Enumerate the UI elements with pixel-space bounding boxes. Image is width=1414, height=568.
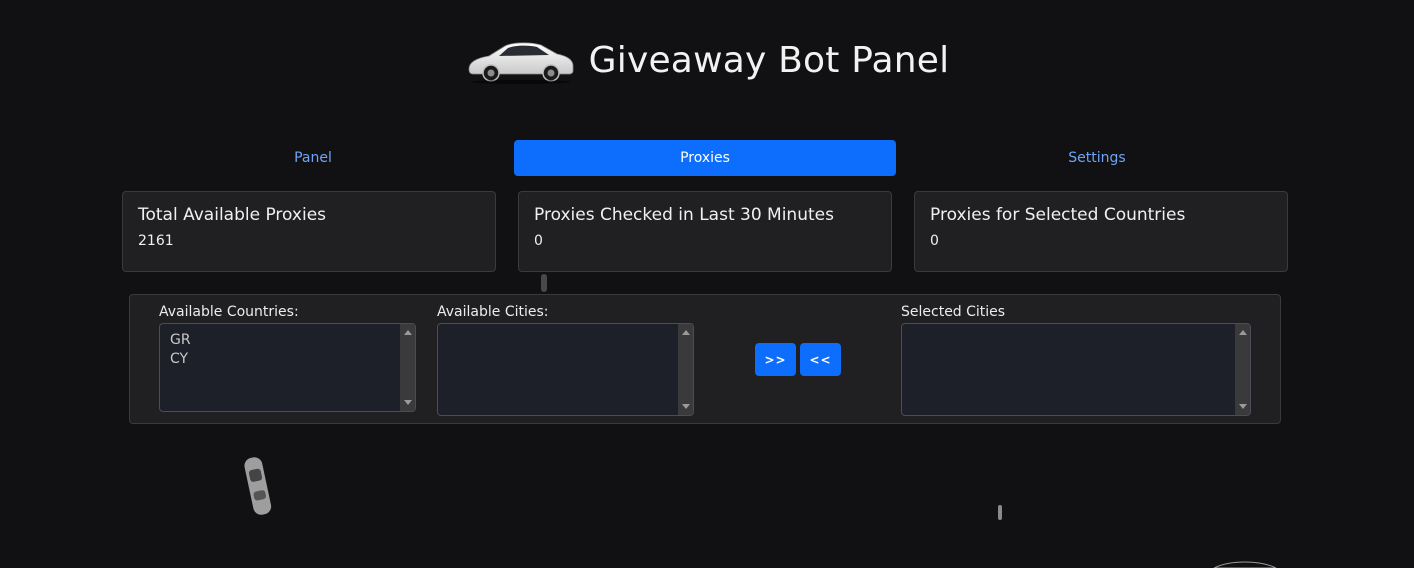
background-car-icon	[1213, 561, 1277, 568]
car-icon	[468, 42, 574, 84]
scrollbar[interactable]	[400, 324, 415, 411]
scrollbar[interactable]	[678, 324, 693, 415]
cities-listbox[interactable]	[437, 323, 694, 416]
country-option[interactable]: CY	[170, 350, 405, 369]
countries-label: Available Countries:	[159, 304, 299, 320]
stat-card-selected-country-proxies: Proxies for Selected Countries 0	[914, 191, 1288, 272]
tab-bar: Panel Proxies Settings	[122, 140, 1288, 176]
page-header: Giveaway Bot Panel	[0, 32, 1414, 88]
background-car-icon	[541, 274, 547, 292]
scroll-down-icon[interactable]	[682, 404, 690, 409]
stat-card-checked-proxies: Proxies Checked in Last 30 Minutes 0	[518, 191, 892, 272]
scrollbar[interactable]	[1235, 324, 1250, 415]
scroll-down-icon[interactable]	[404, 400, 412, 405]
countries-listbox[interactable]: GR CY	[159, 323, 416, 412]
tab-proxies[interactable]: Proxies	[514, 140, 896, 176]
scroll-down-icon[interactable]	[1239, 404, 1247, 409]
country-option[interactable]: GR	[170, 331, 405, 350]
scroll-up-icon[interactable]	[682, 330, 690, 335]
background-car-icon	[998, 505, 1002, 520]
background-car-icon	[244, 457, 272, 515]
scroll-up-icon[interactable]	[1239, 330, 1247, 335]
scroll-up-icon[interactable]	[404, 330, 412, 335]
stat-value: 0	[534, 233, 543, 249]
page-title: Giveaway Bot Panel	[588, 39, 950, 81]
location-selection-panel: Available Countries: GR CY Available Cit…	[129, 294, 1281, 424]
stat-title: Proxies for Selected Countries	[930, 205, 1186, 225]
stat-title: Total Available Proxies	[138, 205, 327, 225]
selected-cities-label: Selected Cities	[901, 304, 1006, 320]
countries-options: GR CY	[160, 324, 415, 376]
stat-card-total-proxies: Total Available Proxies 2161	[122, 191, 496, 272]
stat-value: 0	[930, 233, 939, 249]
tab-panel[interactable]: Panel	[122, 140, 504, 176]
tab-settings[interactable]: Settings	[906, 140, 1288, 176]
selected-cities-listbox[interactable]	[901, 323, 1251, 416]
stats-row: Total Available Proxies 2161 Proxies Che…	[122, 191, 1288, 272]
add-city-button[interactable]: >>	[755, 343, 796, 376]
stat-value: 2161	[138, 233, 174, 249]
cities-label: Available Cities:	[437, 304, 549, 320]
remove-city-button[interactable]: <<	[800, 343, 841, 376]
stat-title: Proxies Checked in Last 30 Minutes	[534, 205, 834, 225]
